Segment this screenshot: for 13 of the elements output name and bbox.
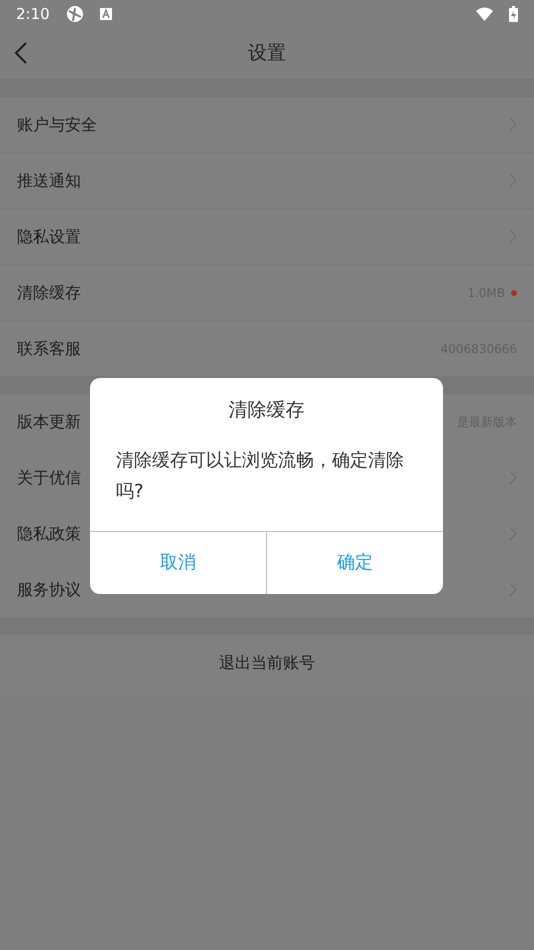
row-label: 联系客服 (17, 338, 81, 360)
row-label: 关于优信 (17, 466, 81, 488)
row-label: 服务协议 (17, 578, 81, 600)
row-label: 隐私政策 (17, 522, 81, 544)
page-title: 设置 (248, 41, 286, 66)
dialog-title: 清除缓存 (228, 399, 304, 421)
row-label: 清除缓存 (17, 282, 81, 304)
status-time: 2:10 (16, 4, 50, 25)
row-label: 隐私设置 (17, 226, 81, 248)
row-label: 推送通知 (17, 170, 81, 192)
row-label: 账户与安全 (17, 114, 97, 136)
row-label: 版本更新 (17, 410, 81, 432)
dialog-message: 清除缓存可以让浏览流畅，确定清除吗? (115, 448, 405, 504)
